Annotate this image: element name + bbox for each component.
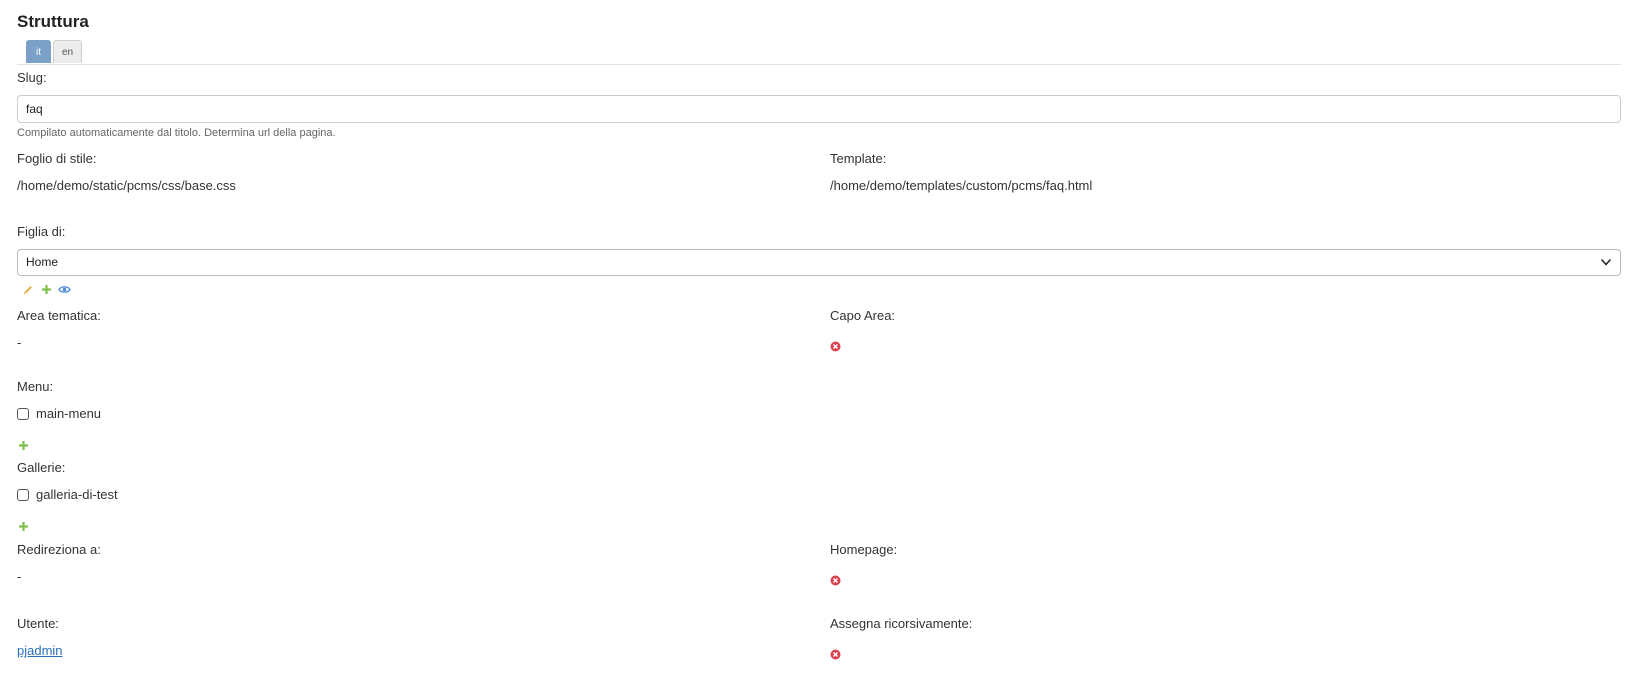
section-title: Struttura: [17, 12, 89, 31]
language-tabs: it en: [17, 40, 1621, 65]
plus-icon[interactable]: [41, 282, 52, 300]
galleria-di-test-label: galleria-di-test: [36, 487, 118, 502]
pencil-icon[interactable]: [23, 282, 34, 300]
chevron-down-icon: [1600, 250, 1612, 284]
x-circle-icon: [830, 339, 841, 357]
area-tematica-label: Area tematica:: [17, 308, 101, 323]
utente-label: Utente:: [17, 616, 59, 631]
gallery-option-galleria-di-test[interactable]: galleria-di-test: [17, 487, 118, 502]
stylesheet-value: /home/demo/static/pcms/css/base.css: [17, 178, 236, 193]
galleria-di-test-checkbox[interactable]: [17, 488, 29, 501]
parent-select[interactable]: Home: [17, 249, 1621, 276]
tab-en[interactable]: en: [53, 40, 82, 63]
main-menu-label: main-menu: [36, 406, 102, 421]
x-circle-icon: [830, 647, 841, 665]
menu-option-main-menu[interactable]: main-menu: [17, 406, 101, 421]
template-label: Template:: [830, 151, 887, 166]
main-menu-checkbox[interactable]: [17, 407, 29, 420]
stylesheet-label: Foglio di stile:: [17, 151, 97, 166]
add-gallery-plus-icon[interactable]: [18, 519, 29, 537]
redirect-label: Redireziona a:: [17, 542, 101, 557]
parent-select-value: Home: [26, 255, 59, 269]
tab-it[interactable]: it: [26, 40, 51, 63]
template-value: /home/demo/templates/custom/pcms/faq.htm…: [830, 178, 1093, 193]
assegna-label: Assegna ricorsivamente:: [830, 616, 973, 631]
x-circle-icon: [830, 573, 841, 591]
redirect-value: -: [17, 569, 22, 584]
homepage-label: Homepage:: [830, 542, 898, 557]
eye-icon[interactable]: [58, 282, 71, 300]
add-menu-plus-icon[interactable]: [18, 438, 29, 456]
slug-input[interactable]: [17, 95, 1621, 123]
menu-label: Menu:: [17, 379, 54, 394]
gallerie-label: Gallerie:: [17, 460, 66, 475]
area-tematica-value: -: [17, 335, 22, 350]
page: Struttura it en Slug: Compilato automati…: [0, 0, 1639, 675]
slug-help-text: Compilato automaticamente dal titolo. De…: [17, 127, 336, 139]
slug-label: Slug:: [17, 70, 47, 85]
capo-area-label: Capo Area:: [830, 308, 896, 323]
parent-label: Figlia di:: [17, 224, 66, 239]
utente-link[interactable]: pjadmin: [17, 643, 63, 658]
